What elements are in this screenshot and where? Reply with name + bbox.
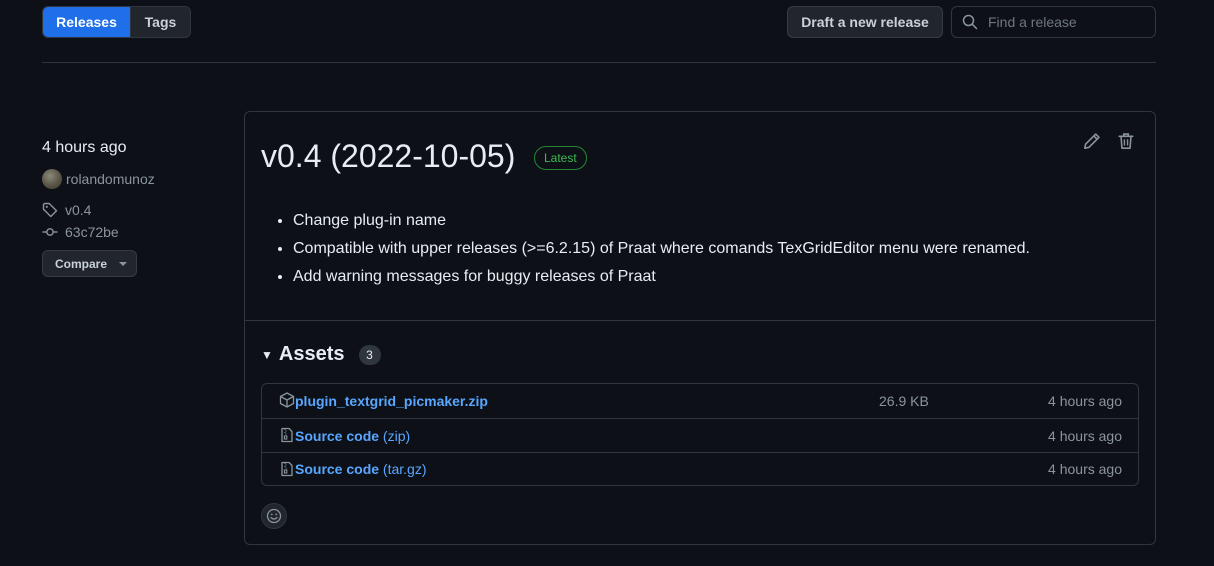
release-card: v0.4 (2022-10-05) Latest Change plug-in … [244,111,1156,545]
assets-list: plugin_textgrid_picmaker.zip 26.9 KB 4 h… [261,383,1139,486]
release-notes: Change plug-in name Compatible with uppe… [293,209,1030,293]
asset-time: 4 hours ago [1048,428,1122,444]
asset-row: plugin_textgrid_picmaker.zip 26.9 KB 4 h… [262,384,1138,418]
assets-heading: Assets [278,343,345,365]
smiley-icon [266,508,282,524]
releases-tab[interactable]: Releases [43,7,130,37]
chevron-down-icon [119,261,128,266]
compare-button[interactable]: Compare [42,250,137,277]
list-item: Change plug-in name [293,209,1030,237]
author-name[interactable]: rolandomunoz [66,171,155,187]
file-zip-icon [281,427,293,443]
compare-label: Compare [55,256,108,271]
asset-link[interactable]: plugin_textgrid_picmaker.zip [295,384,488,418]
list-item: Add warning messages for buggy releases … [293,265,1030,293]
commit-hash[interactable]: 63c72be [65,224,119,240]
add-reaction-button[interactable] [261,503,287,529]
tags-tab[interactable]: Tags [130,7,190,37]
find-release-search[interactable] [951,6,1156,38]
package-icon [279,392,295,408]
list-item: Compatible with upper releases (>=6.2.15… [293,237,1030,265]
triangle-down-icon: ▼ [261,347,273,362]
search-input[interactable] [988,14,1148,30]
tag-name[interactable]: v0.4 [65,202,91,218]
asset-time: 4 hours ago [1048,393,1122,409]
file-zip-icon [281,461,293,477]
latest-badge: Latest [534,146,587,170]
assets-divider [245,320,1155,321]
release-title[interactable]: v0.4 (2022-10-05) [261,136,515,176]
tag-icon [42,202,58,218]
release-time: 4 hours ago [42,139,127,156]
commit-icon [42,228,58,236]
draft-new-release-button[interactable]: Draft a new release [787,6,943,38]
assets-count-badge: 3 [358,344,381,365]
asset-link[interactable]: Source code (zip) [295,419,410,453]
avatar[interactable] [42,169,62,189]
commit-row[interactable]: 63c72be [42,222,222,242]
assets-toggle[interactable]: ▼ Assets 3 [261,343,381,366]
release-sidebar: 4 hours ago rolandomunoz v0.4 63c72be [42,138,222,242]
author-row[interactable]: rolandomunoz [42,169,222,189]
asset-row: Source code (tar.gz) 4 hours ago [262,452,1138,485]
trash-icon[interactable] [1117,132,1135,150]
asset-link[interactable]: Source code (tar.gz) [295,453,427,486]
header-divider [42,62,1156,63]
search-icon [962,14,978,30]
tag-row[interactable]: v0.4 [42,200,222,220]
pencil-icon[interactable] [1083,132,1101,150]
asset-size: 26.9 KB [879,393,929,409]
asset-time: 4 hours ago [1048,461,1122,477]
release-tag-switch: Releases Tags [42,6,191,38]
asset-row: Source code (zip) 4 hours ago [262,418,1138,452]
